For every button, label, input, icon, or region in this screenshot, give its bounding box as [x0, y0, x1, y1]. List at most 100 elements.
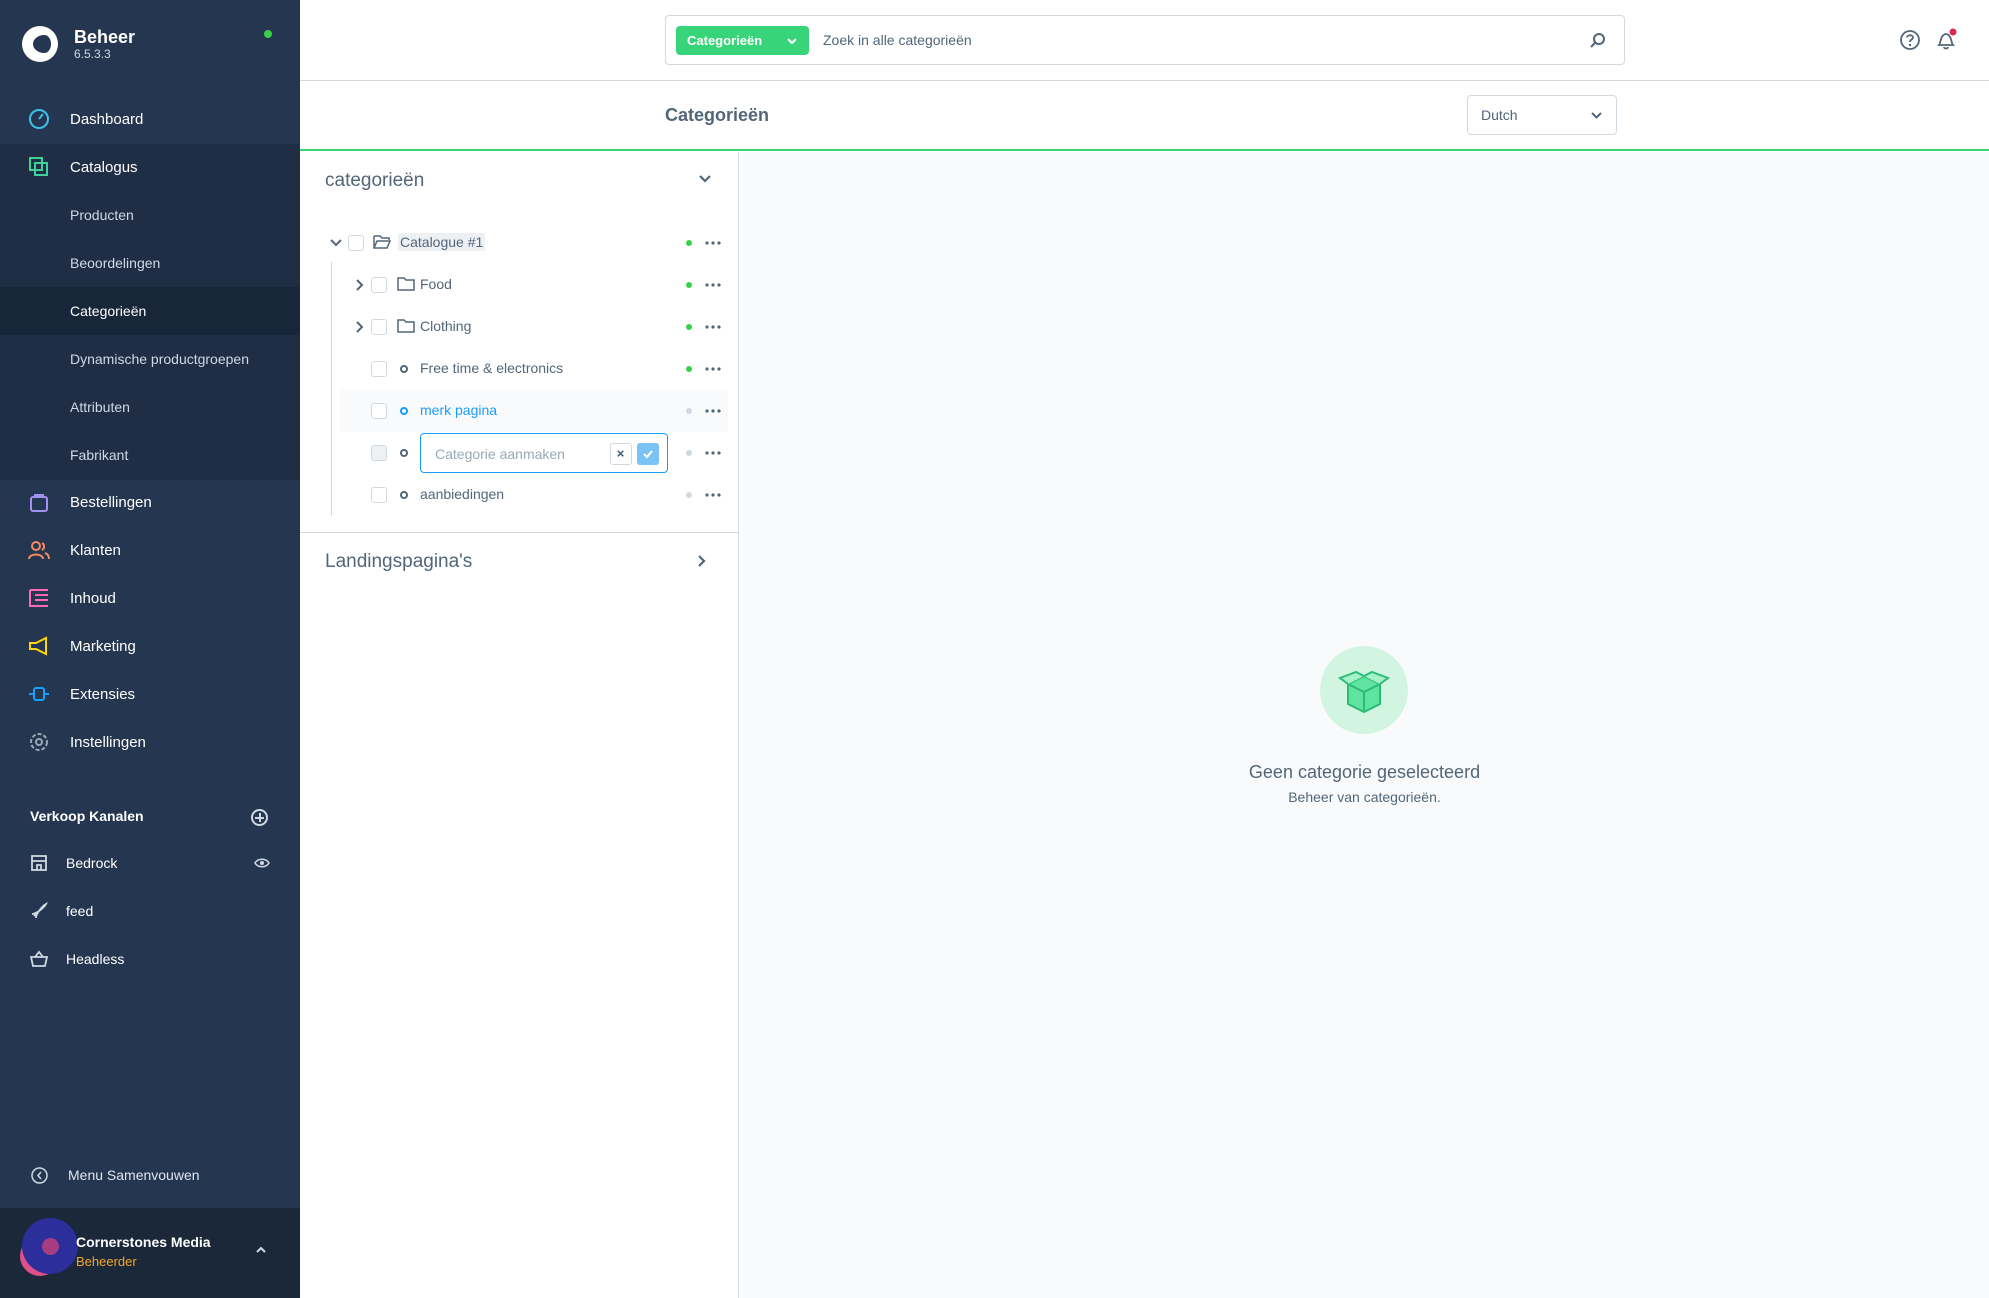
sidebar-subitem-fabrikant[interactable]: Fabrikant — [0, 431, 300, 479]
status-inactive-dot — [686, 408, 692, 414]
chevron-down-icon — [787, 38, 797, 45]
chevron-right-icon[interactable] — [695, 554, 709, 568]
notification-bell-icon[interactable] — [1934, 28, 1958, 52]
brand[interactable]: Beheer 6.5.3.3 — [22, 22, 135, 66]
status-inactive-dot — [686, 450, 692, 456]
sidebar-item-klanten[interactable]: Klanten — [0, 526, 300, 574]
add-sales-channel-icon[interactable] — [251, 809, 268, 826]
tree-item-catalogue[interactable]: Catalogue #1 — [320, 222, 730, 264]
category-tree-title: categorieën — [325, 170, 425, 191]
collapse-menu-button[interactable]: Menu Samenvouwen — [0, 1151, 300, 1199]
tree-checkbox[interactable] — [348, 235, 364, 251]
sidebar-subitem-label: Attributen — [70, 399, 130, 415]
sales-channel-bedrock[interactable]: Bedrock — [0, 839, 300, 887]
sidebar-item-marketing[interactable]: Marketing — [0, 622, 300, 670]
sidebar-subitem-attributen[interactable]: Attributen — [0, 383, 300, 431]
chevron-right-icon[interactable] — [354, 279, 366, 291]
status-inactive-dot — [686, 492, 692, 498]
sidebar-item-label: Catalogus — [70, 158, 138, 176]
sales-channel-headless[interactable]: Headless — [0, 935, 300, 983]
chevron-down-icon[interactable] — [698, 172, 712, 186]
more-options-icon[interactable] — [705, 366, 721, 372]
sidebar-subitem-producten[interactable]: Producten — [0, 191, 300, 239]
tree-checkbox[interactable] — [371, 487, 387, 503]
search-scope-dropdown[interactable]: Categorieën — [676, 26, 809, 55]
sidebar-item-inhoud[interactable]: Inhoud — [0, 574, 300, 622]
sidebar-subitem-label: Dynamische productgroepen — [70, 351, 249, 367]
sales-channels-title: Verkoop Kanalen — [30, 808, 144, 824]
brand-version: 6.5.3.3 — [74, 47, 111, 61]
sidebar-item-dashboard[interactable]: Dashboard — [0, 95, 300, 143]
gear-icon — [30, 733, 48, 751]
sidebar-subitem-label: Producten — [70, 207, 134, 223]
collapse-menu-label: Menu Samenvouwen — [68, 1167, 200, 1183]
new-category-field — [420, 433, 668, 473]
folder-icon — [397, 319, 415, 333]
tree-item-free-time[interactable]: Free time & electronics — [340, 348, 730, 390]
tree-item-label: merk pagina — [420, 402, 498, 418]
more-options-icon[interactable] — [705, 240, 721, 246]
tree-item-clothing[interactable]: Clothing — [340, 306, 730, 348]
sidebar-item-label: Klanten — [70, 541, 121, 559]
confirm-new-category-button[interactable] — [637, 443, 659, 465]
box-icon — [1337, 670, 1391, 714]
megaphone-icon — [29, 636, 47, 656]
sidebar-item-extensies[interactable]: Extensies — [0, 670, 300, 718]
shopware-logo-icon — [22, 26, 58, 62]
sidebar-item-label: Inhoud — [70, 589, 116, 607]
tree-item-label: Food — [420, 276, 452, 292]
sales-channel-label: feed — [66, 903, 94, 919]
leaf-circle-icon — [400, 449, 408, 457]
chevron-right-icon[interactable] — [354, 321, 366, 333]
chevron-down-icon[interactable] — [330, 237, 342, 249]
shopping-bag-icon — [30, 494, 48, 512]
category-detail-area: Geen categorie geselecteerd Beheer van c… — [740, 152, 1989, 1298]
more-options-icon[interactable] — [705, 282, 721, 288]
new-category-input[interactable] — [435, 443, 595, 465]
chevron-up-icon[interactable] — [255, 1244, 267, 1256]
search-scope-label: Categorieën — [687, 33, 763, 48]
help-icon[interactable] — [1899, 29, 1921, 51]
customers-icon — [28, 541, 50, 560]
sidebar-item-bestellingen[interactable]: Bestellingen — [0, 478, 300, 526]
landing-pages-title[interactable]: Landingspagina's — [325, 551, 472, 573]
sidebar: Beheer 6.5.3.3 Dashboard Catalogus Produ… — [0, 0, 300, 1298]
sales-channel-feed[interactable]: feed — [0, 887, 300, 935]
sidebar-subitem-categorieen[interactable]: Categorieën — [0, 287, 300, 335]
sidebar-subitem-label: Fabrikant — [70, 447, 129, 463]
tree-item-label: Clothing — [420, 318, 472, 334]
tree-guide-line — [331, 262, 332, 516]
more-options-icon[interactable] — [705, 450, 721, 456]
tree-item-label: aanbiedingen — [420, 486, 505, 502]
chevron-down-icon — [1591, 112, 1602, 119]
more-options-icon[interactable] — [705, 408, 721, 414]
cancel-new-category-button[interactable] — [610, 443, 632, 465]
tree-item-food[interactable]: Food — [340, 264, 730, 306]
avatar — [22, 1218, 78, 1274]
sales-channel-label: Headless — [66, 951, 125, 967]
more-options-icon[interactable] — [705, 324, 721, 330]
status-active-dot — [686, 324, 692, 330]
language-switch[interactable]: Dutch — [1467, 95, 1617, 135]
tree-item-label: Free time & electronics — [420, 360, 564, 376]
tree-checkbox[interactable] — [371, 361, 387, 377]
sidebar-item-catalogus[interactable]: Catalogus — [0, 143, 300, 191]
tree-checkbox[interactable] — [371, 319, 387, 335]
sidebar-item-label: Extensies — [70, 685, 136, 703]
eye-icon[interactable] — [254, 857, 270, 869]
catalog-icon — [29, 157, 48, 176]
tree-checkbox[interactable] — [371, 403, 387, 419]
sales-channel-label: Bedrock — [66, 855, 118, 871]
tree-checkbox[interactable] — [371, 277, 387, 293]
sidebar-subitem-dynamische-productgroepen[interactable]: Dynamische productgroepen — [0, 335, 300, 383]
search-icon[interactable] — [1589, 32, 1606, 49]
leaf-circle-icon — [400, 407, 408, 415]
sidebar-item-instellingen[interactable]: Instellingen — [0, 718, 300, 766]
user-profile[interactable]: Cornerstones Media Beheerder — [0, 1208, 300, 1298]
search-input[interactable] — [823, 28, 1583, 52]
tree-item-aanbiedingen[interactable]: aanbiedingen — [340, 474, 730, 516]
tree-item-merk-pagina[interactable]: merk pagina — [340, 390, 728, 432]
empty-state-title: Geen categorie geselecteerd — [1248, 762, 1481, 782]
sidebar-subitem-beoordelingen[interactable]: Beoordelingen — [0, 239, 300, 287]
more-options-icon[interactable] — [705, 492, 721, 498]
